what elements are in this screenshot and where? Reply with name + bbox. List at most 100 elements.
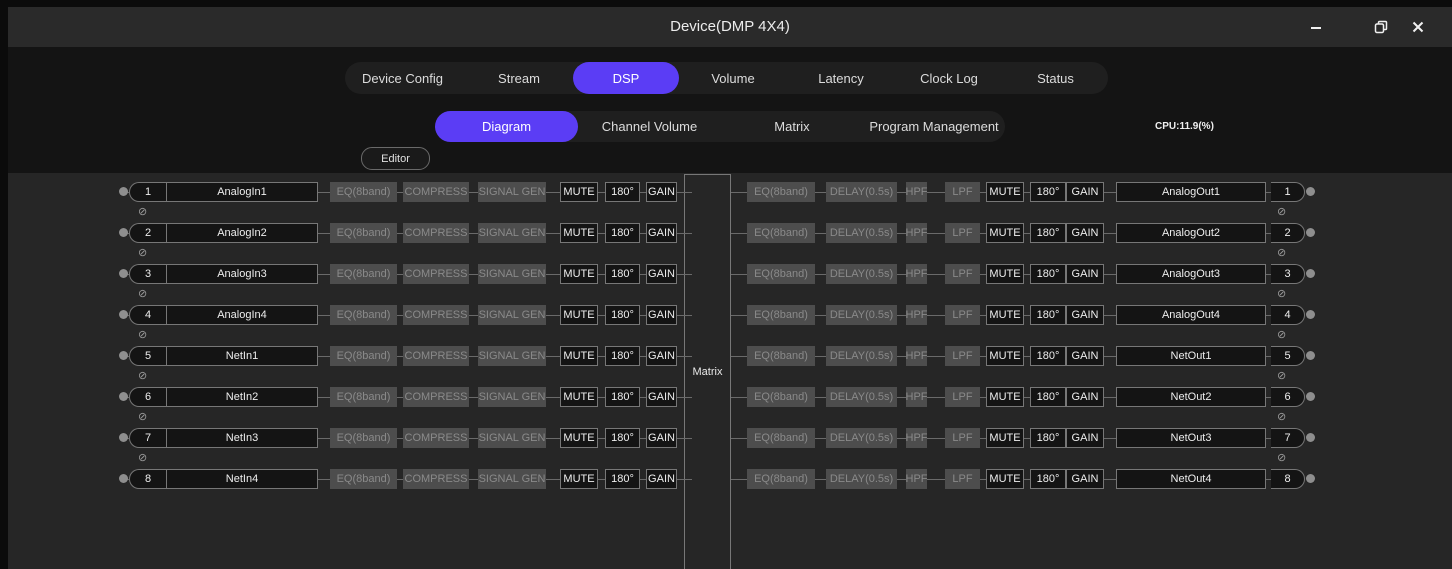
output-connector-dot[interactable] [1306,187,1315,196]
editor-button[interactable]: Editor [361,147,430,170]
output-channel-number[interactable]: 5 [1271,346,1305,366]
output-link-icon[interactable]: ⊘ [1277,369,1286,382]
input-mute-block[interactable]: MUTE [560,428,598,448]
output-eq-block[interactable]: EQ(8band) [747,182,815,202]
output-eq-block[interactable]: EQ(8band) [747,305,815,325]
output-link-icon[interactable]: ⊘ [1277,287,1286,300]
output-lpf-block[interactable]: LPF [945,387,980,407]
input-signal-gen-block[interactable]: SIGNAL GEN [478,305,546,325]
output-channel-number[interactable]: 1 [1271,182,1305,202]
output-link-icon[interactable]: ⊘ [1277,410,1286,423]
output-phase-block[interactable]: 180° [1030,428,1066,448]
output-gain-block[interactable]: GAIN [1066,264,1104,284]
input-phase-block[interactable]: 180° [605,346,640,366]
output-link-icon[interactable]: ⊘ [1277,328,1286,341]
input-gain-block[interactable]: GAIN [646,264,677,284]
input-channel-name[interactable]: AnalogIn1 [166,182,318,202]
input-channel-number[interactable]: 8 [129,469,166,489]
input-channel-number[interactable]: 7 [129,428,166,448]
input-channel-number[interactable]: 2 [129,223,166,243]
input-eq-block[interactable]: EQ(8band) [330,469,397,489]
input-compress-block[interactable]: COMPRESS [403,428,469,448]
output-eq-block[interactable]: EQ(8band) [747,428,815,448]
input-connector-dot[interactable] [119,228,128,237]
output-gain-block[interactable]: GAIN [1066,346,1104,366]
input-phase-block[interactable]: 180° [605,264,640,284]
output-delay-block[interactable]: DELAY(0.5s) [826,264,897,284]
input-signal-gen-block[interactable]: SIGNAL GEN [478,264,546,284]
output-channel-name[interactable]: AnalogOut3 [1116,264,1266,284]
output-mute-block[interactable]: MUTE [986,387,1024,407]
input-connector-dot[interactable] [119,433,128,442]
output-delay-block[interactable]: DELAY(0.5s) [826,223,897,243]
output-mute-block[interactable]: MUTE [986,264,1024,284]
output-lpf-block[interactable]: LPF [945,223,980,243]
output-mute-block[interactable]: MUTE [986,182,1024,202]
input-compress-block[interactable]: COMPRESS [403,469,469,489]
output-eq-block[interactable]: EQ(8band) [747,223,815,243]
tab-clock-log[interactable]: Clock Log [895,62,1003,94]
restore-button[interactable] [1370,16,1392,38]
output-channel-number[interactable]: 6 [1271,387,1305,407]
tab-device-config[interactable]: Device Config [345,62,460,94]
output-gain-block[interactable]: GAIN [1066,387,1104,407]
input-mute-block[interactable]: MUTE [560,223,598,243]
input-connector-dot[interactable] [119,392,128,401]
output-connector-dot[interactable] [1306,228,1315,237]
input-link-icon[interactable]: ⊘ [138,369,147,382]
output-channel-number[interactable]: 4 [1271,305,1305,325]
input-channel-name[interactable]: NetIn1 [166,346,318,366]
input-connector-dot[interactable] [119,187,128,196]
output-channel-name[interactable]: AnalogOut2 [1116,223,1266,243]
input-compress-block[interactable]: COMPRESS [403,346,469,366]
output-delay-block[interactable]: DELAY(0.5s) [826,182,897,202]
output-hpf-block[interactable]: HPF [906,182,927,202]
input-eq-block[interactable]: EQ(8band) [330,264,397,284]
output-link-icon[interactable]: ⊘ [1277,451,1286,464]
input-eq-block[interactable]: EQ(8band) [330,346,397,366]
output-lpf-block[interactable]: LPF [945,428,980,448]
input-signal-gen-block[interactable]: SIGNAL GEN [478,428,546,448]
output-delay-block[interactable]: DELAY(0.5s) [826,469,897,489]
output-lpf-block[interactable]: LPF [945,182,980,202]
output-lpf-block[interactable]: LPF [945,264,980,284]
input-channel-name[interactable]: AnalogIn4 [166,305,318,325]
input-connector-dot[interactable] [119,310,128,319]
input-channel-number[interactable]: 3 [129,264,166,284]
input-gain-block[interactable]: GAIN [646,428,677,448]
input-gain-block[interactable]: GAIN [646,346,677,366]
input-channel-name[interactable]: AnalogIn2 [166,223,318,243]
output-hpf-block[interactable]: HPF [906,428,927,448]
output-delay-block[interactable]: DELAY(0.5s) [826,346,897,366]
input-link-icon[interactable]: ⊘ [138,451,147,464]
input-channel-number[interactable]: 5 [129,346,166,366]
input-compress-block[interactable]: COMPRESS [403,223,469,243]
input-compress-block[interactable]: COMPRESS [403,264,469,284]
output-link-icon[interactable]: ⊘ [1277,205,1286,218]
output-lpf-block[interactable]: LPF [945,469,980,489]
output-channel-number[interactable]: 3 [1271,264,1305,284]
output-gain-block[interactable]: GAIN [1066,469,1104,489]
output-mute-block[interactable]: MUTE [986,428,1024,448]
output-mute-block[interactable]: MUTE [986,469,1024,489]
input-channel-name[interactable]: NetIn2 [166,387,318,407]
input-gain-block[interactable]: GAIN [646,305,677,325]
input-phase-block[interactable]: 180° [605,223,640,243]
output-channel-number[interactable]: 8 [1271,469,1305,489]
input-channel-number[interactable]: 4 [129,305,166,325]
input-phase-block[interactable]: 180° [605,182,640,202]
output-phase-block[interactable]: 180° [1030,305,1066,325]
output-eq-block[interactable]: EQ(8band) [747,264,815,284]
input-mute-block[interactable]: MUTE [560,469,598,489]
input-eq-block[interactable]: EQ(8band) [330,223,397,243]
input-signal-gen-block[interactable]: SIGNAL GEN [478,346,546,366]
output-hpf-block[interactable]: HPF [906,387,927,407]
input-link-icon[interactable]: ⊘ [138,410,147,423]
input-mute-block[interactable]: MUTE [560,264,598,284]
input-mute-block[interactable]: MUTE [560,305,598,325]
input-mute-block[interactable]: MUTE [560,346,598,366]
output-lpf-block[interactable]: LPF [945,305,980,325]
output-connector-dot[interactable] [1306,474,1315,483]
output-connector-dot[interactable] [1306,351,1315,360]
input-channel-name[interactable]: NetIn3 [166,428,318,448]
